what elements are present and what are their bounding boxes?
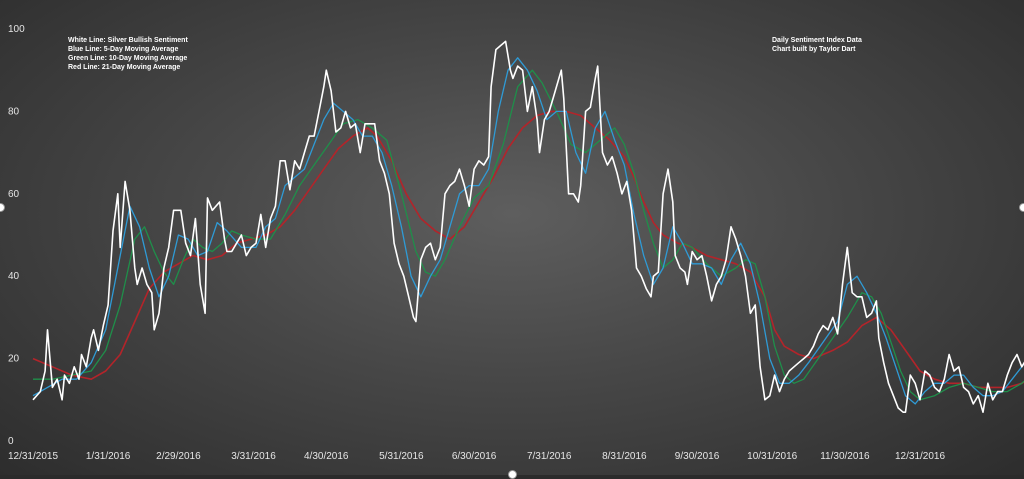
series-line-10-day-moving-average	[33, 69, 1024, 401]
x-tick-label: 3/31/2016	[231, 451, 276, 462]
y-axis-ticks: 0 20 40 60 80 100	[8, 24, 25, 447]
legend: White Line: Silver Bullish Sentiment Blu…	[68, 37, 188, 71]
x-tick-label: 10/31/2016	[747, 451, 797, 462]
resize-handle-right[interactable]	[1019, 203, 1024, 212]
x-tick-label: 8/31/2016	[602, 451, 647, 462]
x-tick-label: 7/31/2016	[527, 451, 572, 462]
x-tick-label: 5/31/2016	[379, 451, 424, 462]
y-tick-label: 20	[8, 354, 20, 365]
chart-annotation: Daily Sentiment Index Data Chart built b…	[772, 37, 862, 53]
x-tick-label: 12/31/2016	[895, 451, 945, 462]
x-tick-label: 11/30/2016	[820, 451, 870, 462]
legend-entry-red: Red Line: 21-Day Moving Average	[68, 64, 180, 71]
x-tick-label: 4/30/2016	[304, 451, 349, 462]
x-tick-label: 2/29/2016	[156, 451, 201, 462]
y-tick-label: 40	[8, 271, 20, 282]
y-tick-label: 80	[8, 106, 20, 117]
x-axis-ticks: 12/31/2015 1/31/2016 2/29/2016 3/31/2016 4/3…	[8, 451, 946, 462]
y-tick-label: 0	[8, 436, 14, 447]
annotation-line-1: Daily Sentiment Index Data	[772, 37, 862, 44]
legend-entry-green: Green Line: 10-Day Moving Average	[68, 55, 187, 62]
y-tick-label: 60	[8, 189, 20, 200]
chart-area: 0 20 40 60 80 100 12/31/2015 1/31/2016 2/29/201…	[0, 0, 1024, 479]
x-tick-label: 1/31/2016	[86, 451, 131, 462]
annotation-line-2: Chart built by Taylor Dart	[772, 46, 856, 53]
x-tick-label: 6/30/2016	[452, 451, 497, 462]
x-tick-label: 9/30/2016	[675, 451, 720, 462]
series-layer	[32, 40, 1024, 414]
legend-entry-white: White Line: Silver Bullish Sentiment	[68, 37, 188, 44]
sentiment-line-chart: 0 20 40 60 80 100 12/31/2015 1/31/2016 2/29/201…	[8, 24, 1024, 462]
x-tick-label: 12/31/2015	[8, 451, 58, 462]
legend-entry-blue: Blue Line: 5-Day Moving Average	[68, 46, 178, 53]
series-line-21-day-moving-average	[32, 110, 1024, 389]
series-line-silver-bullish-sentiment	[32, 40, 1024, 414]
y-tick-label: 100	[8, 24, 25, 35]
